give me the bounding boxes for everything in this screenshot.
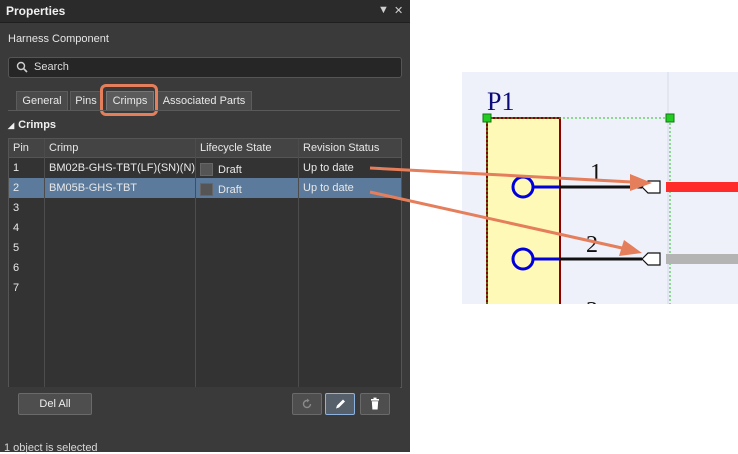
table-row[interactable]: 7 bbox=[9, 278, 401, 298]
pin1-crimp-icon[interactable] bbox=[641, 180, 661, 194]
tab-pins[interactable]: Pins bbox=[70, 91, 102, 111]
schematic-view[interactable]: P1 1 2 3 bbox=[462, 72, 738, 304]
pin2-crimp-icon[interactable] bbox=[641, 252, 661, 266]
tab-underline bbox=[8, 110, 400, 111]
search-input[interactable] bbox=[34, 59, 394, 75]
pin1-number: 1 bbox=[590, 160, 602, 186]
pin2-wire-gray[interactable] bbox=[666, 254, 738, 264]
crimps-tab-callout bbox=[100, 84, 158, 116]
section-title: Crimps bbox=[18, 119, 57, 131]
status-bar-text: 1 object is selected bbox=[4, 442, 98, 454]
table-row[interactable]: 6 bbox=[9, 258, 401, 278]
component-designator: P1 bbox=[487, 87, 514, 116]
row-pin: 6 bbox=[13, 262, 20, 274]
table-row[interactable]: 4 bbox=[9, 218, 401, 238]
edit-button[interactable] bbox=[325, 393, 355, 415]
table-row[interactable]: 3 bbox=[9, 198, 401, 218]
column-divider bbox=[44, 139, 45, 387]
row-pin: 3 bbox=[13, 202, 20, 214]
row-crimp: BM05B-GHS-TBT bbox=[49, 182, 138, 194]
row-revision: Up to date bbox=[303, 162, 354, 174]
search-icon bbox=[16, 61, 28, 73]
row-pin: 1 bbox=[13, 162, 20, 174]
column-divider bbox=[195, 139, 196, 387]
header-lifecycle[interactable]: Lifecycle State bbox=[196, 139, 298, 157]
row-crimp: BM02B-GHS-TBT(LF)(SN)(N) bbox=[49, 162, 195, 174]
pin-icon[interactable]: ▼ bbox=[378, 4, 389, 16]
table-row[interactable]: 2 BM05B-GHS-TBT Draft Up to date bbox=[9, 178, 401, 198]
row-pin: 2 bbox=[13, 182, 20, 194]
header-crimp[interactable]: Crimp bbox=[45, 139, 195, 157]
table-row[interactable]: 5 bbox=[9, 238, 401, 258]
row-lifecycle: Draft bbox=[196, 161, 298, 179]
collapse-triangle-icon: ◢ bbox=[8, 121, 15, 130]
component-body[interactable] bbox=[486, 117, 561, 304]
row-pin: 7 bbox=[13, 282, 20, 294]
refresh-button[interactable] bbox=[292, 393, 322, 415]
crimps-table: Pin Crimp Lifecycle State Revision Statu… bbox=[8, 138, 402, 388]
row-pin: 4 bbox=[13, 222, 20, 234]
pin2-number: 2 bbox=[586, 232, 598, 258]
table-header: Pin Crimp Lifecycle State Revision Statu… bbox=[9, 139, 401, 158]
properties-panel: Properties ▼ ✕ Harness Component General… bbox=[0, 0, 410, 454]
pin3-number: 3 bbox=[586, 298, 598, 304]
header-revision[interactable]: Revision Status bbox=[299, 139, 401, 157]
table-toolbar: Del All bbox=[8, 387, 400, 419]
panel-title: Properties bbox=[6, 4, 66, 18]
search-box[interactable] bbox=[8, 57, 402, 78]
table-row[interactable]: 1 BM02B-GHS-TBT(LF)(SN)(N) Draft Up to d… bbox=[9, 158, 401, 178]
lifecycle-swatch bbox=[200, 182, 213, 196]
tab-general[interactable]: General bbox=[16, 91, 68, 111]
lifecycle-swatch bbox=[200, 162, 213, 176]
del-all-button[interactable]: Del All bbox=[18, 393, 92, 415]
column-divider bbox=[298, 139, 299, 387]
delete-button[interactable] bbox=[360, 393, 390, 415]
selection-handle[interactable] bbox=[665, 113, 675, 123]
header-pin[interactable]: Pin bbox=[9, 139, 43, 157]
schematic-canvas: P1 1 2 3 bbox=[482, 72, 738, 304]
row-revision: Up to date bbox=[303, 182, 354, 194]
tab-associated-parts[interactable]: Associated Parts bbox=[156, 91, 252, 111]
row-lifecycle: Draft bbox=[196, 181, 298, 199]
crimps-section-header[interactable]: ◢ Crimps bbox=[8, 119, 56, 131]
component-type-label: Harness Component bbox=[8, 33, 109, 45]
trash-icon bbox=[371, 397, 379, 410]
refresh-icon bbox=[302, 398, 312, 409]
pencil-icon bbox=[336, 399, 345, 409]
pin1-wire-red[interactable] bbox=[666, 182, 738, 192]
row-pin: 5 bbox=[13, 242, 20, 254]
close-icon[interactable]: ✕ bbox=[394, 4, 403, 17]
panel-titlebar: Properties ▼ ✕ bbox=[0, 0, 410, 23]
